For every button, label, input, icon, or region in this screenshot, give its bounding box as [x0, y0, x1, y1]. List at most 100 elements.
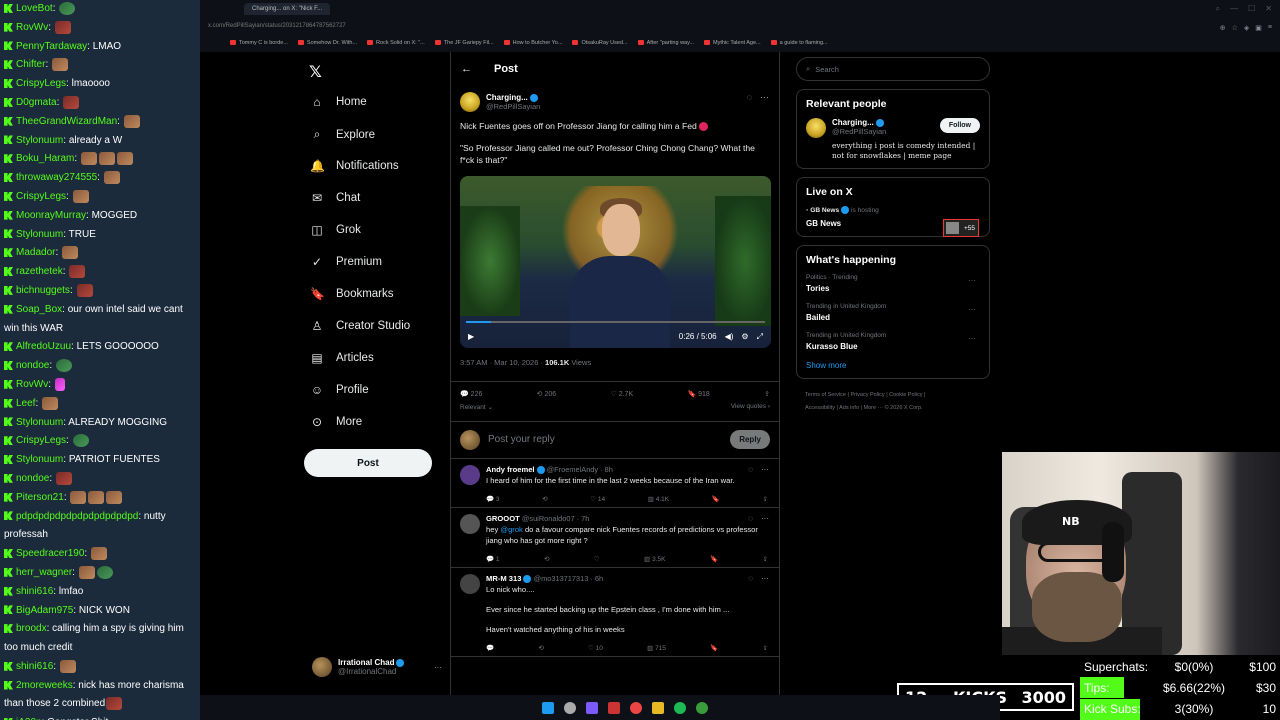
windows-start-icon[interactable] — [542, 701, 554, 714]
chat-username[interactable]: CrispyLegs — [16, 435, 66, 446]
chat-username[interactable]: LoveBot — [16, 3, 53, 14]
chat-username[interactable]: RovWv — [16, 379, 48, 390]
reply-button[interactable]: Reply — [730, 430, 770, 449]
back-arrow-icon[interactable]: ← — [461, 63, 472, 75]
bookmark-item[interactable]: Somehow Dr. With... — [298, 40, 357, 46]
like-stat[interactable]: ♡ — [594, 555, 600, 563]
chat-username[interactable]: Madador — [16, 247, 55, 258]
chat-username[interactable]: Stylonuum — [16, 229, 63, 240]
search-input[interactable]: ⌕ Search — [796, 57, 990, 81]
footer-line1[interactable]: Terms of Service | Privacy Policy | Cook… — [805, 389, 981, 402]
timestamp[interactable]: 3:57 AM · Mar 10, 2026 · — [460, 358, 545, 367]
reply-author[interactable]: GROOOT @suiRonaldo07 · 7h — [486, 514, 770, 523]
reply-stat[interactable]: 💬 — [486, 644, 494, 652]
chat-username[interactable]: throwaway274555 — [16, 172, 97, 183]
nav-item-profile[interactable]: ☺ Profile — [310, 383, 369, 397]
bookmark-item[interactable]: OtsakuRay Used... — [572, 40, 627, 46]
reply-item[interactable]: GROOOT @suiRonaldo07 · 7h hey @grok do a … — [451, 508, 779, 568]
more-dots-icon[interactable]: ··· — [761, 574, 769, 583]
more-dots-icon[interactable]: ··· — [761, 514, 769, 523]
chat-username[interactable]: pdpdpdpdpdpdpdpdpdpdpd — [16, 511, 138, 522]
chat-username[interactable]: Leef — [16, 398, 35, 409]
extension-icon[interactable]: ▣ — [1255, 24, 1262, 32]
share-icon[interactable]: ⇪ — [764, 390, 770, 398]
like-stat[interactable]: ♡ 10 — [588, 644, 603, 652]
address-bar[interactable]: x.com/RedPillSayian/status/2031217864787… — [200, 18, 1280, 34]
chat-username[interactable]: Piterson21 — [16, 492, 64, 503]
share-icon[interactable]: ⇪ — [763, 555, 768, 563]
bookmark-item[interactable]: The JF Gariepy Fil... — [435, 40, 494, 46]
chat-username[interactable]: CrispyLegs — [16, 191, 66, 202]
nav-item-premium[interactable]: ✓ Premium — [310, 255, 382, 269]
account-switcher[interactable]: Irrational Chad @IrrationalChad ··· — [312, 657, 442, 677]
obs-icon[interactable] — [608, 701, 620, 714]
more-dots-icon[interactable]: ··· — [968, 305, 976, 314]
repost-stat[interactable]: ⟲ — [538, 644, 543, 652]
chat-username[interactable]: shini616 — [16, 586, 53, 597]
avatar[interactable] — [460, 513, 480, 534]
menu-icon[interactable]: ≡ — [1268, 24, 1272, 32]
reply-stat[interactable]: 💬 1 — [486, 555, 500, 563]
chat-username[interactable]: CrispyLegs — [16, 78, 66, 89]
repost-stat[interactable]: ⟲ — [544, 555, 549, 563]
chat-username[interactable]: broodx — [16, 623, 47, 634]
chat-username[interactable]: RovWv — [16, 22, 48, 33]
chat-username[interactable]: nondoe — [16, 360, 49, 371]
grok-icon[interactable]: ◌ — [748, 514, 753, 523]
avatar[interactable] — [806, 118, 826, 138]
reply-item[interactable]: MR-M 313 @mo313717313 · 6h Lo nick who...… — [451, 568, 779, 657]
nav-item-bookmarks[interactable]: 🔖 Bookmarks — [310, 287, 394, 301]
trend-item[interactable]: Trending in United Kingdom Kurasso Blue ··… — [806, 332, 980, 351]
chat-username[interactable]: Soap_Box — [16, 304, 62, 315]
bookmark-item[interactable]: After "parting way... — [638, 40, 694, 46]
bookmark-icon[interactable]: 🔖 — [712, 495, 720, 503]
chat-username[interactable]: nondoe — [16, 473, 49, 484]
show-more-link[interactable]: Show more — [806, 361, 980, 370]
live-thumbnail[interactable]: +55 — [943, 219, 979, 237]
fullscreen-icon[interactable]: ⤢ — [757, 332, 763, 342]
more-dots-icon[interactable]: ··· — [434, 663, 442, 672]
bookmark-stat[interactable]: 🔖 918 — [687, 390, 709, 398]
trend-item[interactable]: Trending in United Kingdom Bailed ··· — [806, 303, 980, 322]
nav-item-home[interactable]: ⌂ Home — [310, 95, 366, 109]
reply-author[interactable]: Andy froemel @FroemelAndy · 8h — [486, 465, 770, 474]
reply-item[interactable]: Andy froemel @FroemelAndy · 8h I heard of… — [451, 459, 779, 508]
browser-icon[interactable] — [630, 701, 642, 714]
footer-line2[interactable]: Accessibility | Ads info | More ··· © 20… — [805, 402, 981, 415]
chat-username[interactable]: herr_wagner — [16, 567, 72, 578]
like-stat[interactable]: ♡ 14 — [590, 495, 605, 503]
bookmark-item[interactable]: Mythic Talent Age... — [704, 40, 761, 46]
nav-item-more[interactable]: ⊙ More — [310, 415, 362, 429]
share-icon[interactable]: ⇪ — [763, 644, 768, 652]
like-stat[interactable]: ♡ 2.7K — [610, 390, 633, 398]
grok-icon[interactable]: ◌ — [747, 92, 752, 102]
chat-username[interactable]: Stylonuum — [16, 454, 63, 465]
chat-username[interactable]: 2moreweeks — [16, 680, 73, 691]
video-progress-bar[interactable] — [466, 320, 765, 323]
follow-button[interactable]: Follow — [939, 118, 980, 133]
mention-link[interactable]: @grok — [500, 525, 522, 534]
sort-dropdown[interactable]: Relevant ⌄ — [460, 403, 493, 411]
nav-item-creator-studio[interactable]: ♙ Creator Studio — [310, 319, 411, 333]
bookmark-item[interactable]: Tommy C is borde... — [230, 40, 288, 46]
more-dots-icon[interactable]: ··· — [761, 465, 769, 474]
views-stat[interactable]: ▥ 4.1K — [648, 495, 669, 503]
chat-username[interactable]: PennyTardaway — [16, 41, 87, 52]
xbox-icon[interactable] — [696, 701, 708, 714]
chat-username[interactable]: D0gmata — [16, 97, 57, 108]
more-dots-icon[interactable]: ··· — [760, 92, 769, 102]
nav-item-chat[interactable]: ✉ Chat — [310, 191, 360, 205]
chat-username[interactable]: Stylonuum — [16, 417, 63, 428]
chat-username[interactable]: TheeGrandWizardMan — [16, 116, 117, 127]
avatar[interactable] — [460, 464, 480, 485]
play-icon[interactable]: ▶ — [468, 332, 474, 341]
x-logo-icon[interactable]: 𝕏 — [309, 62, 322, 82]
author-handle[interactable]: @RedPillSayian — [486, 102, 540, 111]
more-dots-icon[interactable]: ··· — [968, 276, 976, 285]
volume-icon[interactable]: ◀) — [725, 332, 734, 341]
folder-icon[interactable] — [652, 701, 664, 714]
chat-username[interactable]: bichnuggets — [16, 285, 70, 296]
repost-stat[interactable]: ⟲ 206 — [537, 390, 557, 398]
reply-stat[interactable]: 💬 226 — [460, 390, 482, 398]
live-host-row[interactable]: ▪ GB News is hosting — [806, 206, 980, 214]
